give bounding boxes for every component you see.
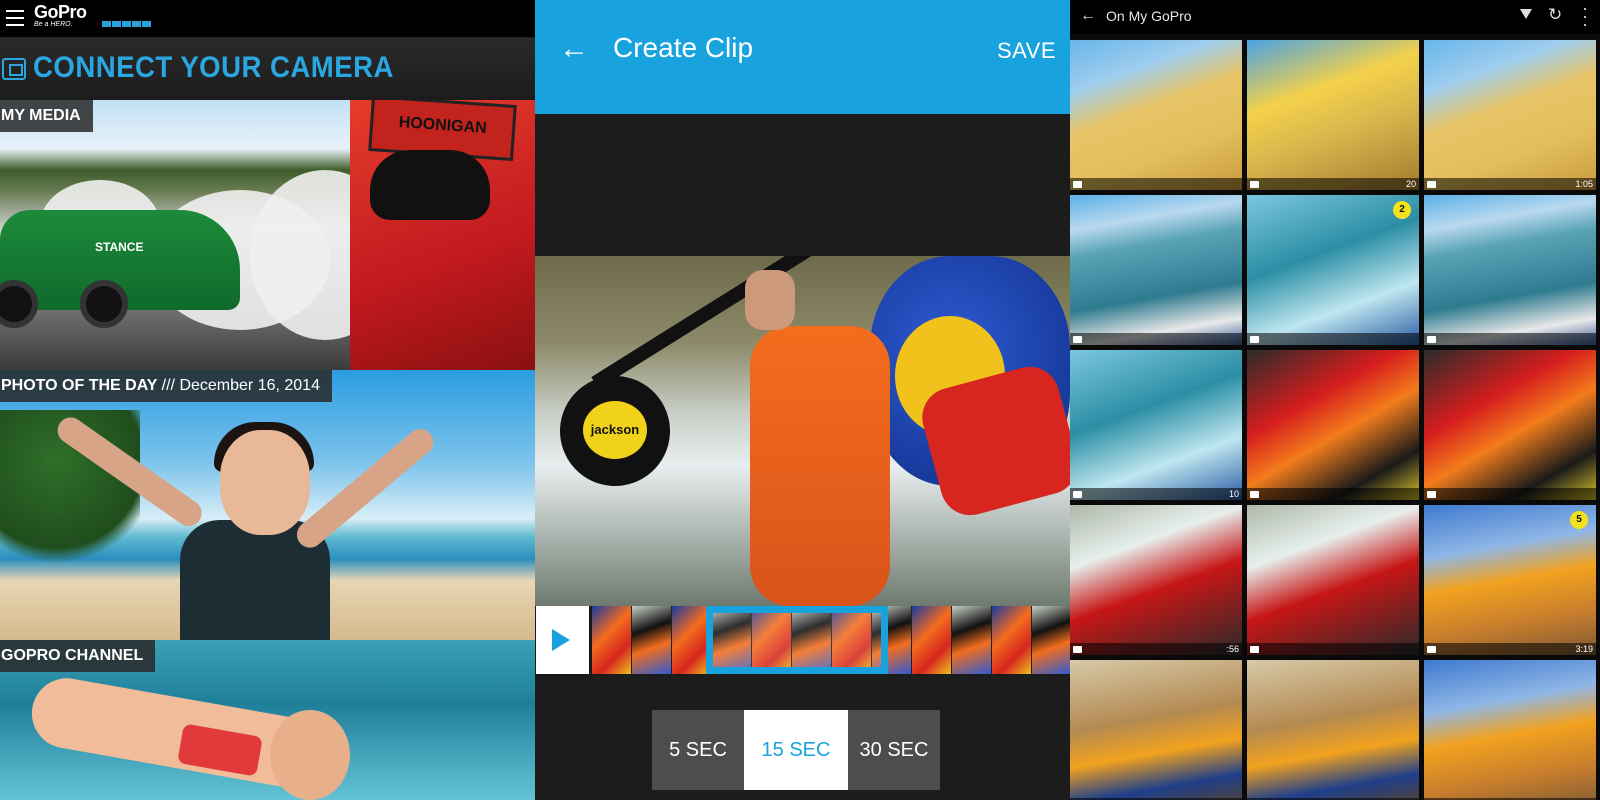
thumbnail-meta-bar: 10 [1070,488,1242,500]
media-thumbnail[interactable]: :56 [1070,505,1242,655]
media-thumbnail[interactable] [1070,40,1242,190]
media-thumbnail[interactable] [1070,195,1242,345]
thumbnail-meta-bar [1247,333,1419,345]
duration-30-sec[interactable]: 30 SEC [848,710,940,790]
camera-icon [1250,336,1259,343]
thumbnail-image [1424,660,1596,800]
duration-label: 10 [1228,489,1239,499]
photo-of-the-day-card[interactable]: PHOTO OF THE DAY /// December 16, 2014 [0,370,535,640]
more-vertical-icon[interactable]: · · · [1582,0,1588,33]
video-preview[interactable]: jackson [535,256,1070,606]
my-media-card[interactable]: STANCE HOONIGAN MY MEDIA [0,100,535,370]
camera-icon [1073,646,1082,653]
gallery-title: On My GoPro [1106,8,1192,24]
thumbnail-meta-bar [1247,643,1419,655]
camera-icon [1250,181,1259,188]
thumbnail-meta-bar [1424,488,1596,500]
media-thumbnail[interactable] [1070,660,1242,800]
play-button[interactable] [536,606,589,674]
photo-of-the-day-date: December 16, 2014 [179,377,320,394]
camera-icon [1073,181,1082,188]
thumbnail-meta-bar: 3:19 [1424,643,1596,655]
media-thumbnail[interactable] [1424,350,1596,500]
arrow-left-icon[interactable]: ← [559,34,589,64]
child-beach-image [0,370,535,640]
drift-car-image: STANCE HOONIGAN [0,100,535,370]
thumbnail-image [1247,660,1419,800]
thumbnail-image [1247,40,1419,190]
thumbnail-image [1424,195,1596,345]
duration-label: 20 [1405,179,1416,189]
duration-label: 1:05 [1575,179,1593,189]
media-thumbnail[interactable] [1247,660,1419,800]
gopro-channel-card[interactable]: GOPRO CHANNEL [0,640,535,800]
thumbnail-meta-bar: 20 [1247,178,1419,190]
thumbnail-meta-bar [1424,333,1596,345]
thumbnail-image [1424,505,1596,655]
thumbnail-image [1070,660,1242,800]
on-my-gopro-panel: ← On My GoPro ↻ · · · 20 1:05 2 10 :56 3:19 5 [1070,0,1600,800]
thumbnail-image [1424,40,1596,190]
media-thumbnail[interactable] [1247,350,1419,500]
top-bar: GoPro Be a HERO. [0,0,535,38]
media-thumbnail[interactable]: 2 [1247,195,1419,345]
thumbnail-image [1070,505,1242,655]
camera-icon [1427,491,1436,498]
count-badge: 2 [1393,201,1411,219]
my-media-label: MY MEDIA [0,100,93,132]
thumbnail-image [1247,350,1419,500]
media-thumbnail[interactable]: 1:05 [1424,40,1596,190]
create-clip-panel: ← Create Clip SAVE jackson 5 SEC 15 SEC … [535,0,1070,800]
camera-icon [1250,491,1259,498]
home-panel: GoPro Be a HERO. CONNECT YOUR CAMERA STA… [0,0,535,800]
filter-icon[interactable] [1520,9,1532,19]
refresh-icon[interactable]: ↻ [1548,5,1562,25]
gopro-logo: GoPro Be a HERO. [34,2,151,28]
media-thumbnail[interactable]: 3:19 5 [1424,505,1596,655]
thumbnail-image [1247,505,1419,655]
thumbnail-meta-bar: 1:05 [1424,178,1596,190]
camera-icon [1427,336,1436,343]
duration-label: :56 [1226,644,1239,654]
media-thumbnail[interactable] [1424,195,1596,345]
media-thumbnail[interactable] [1247,505,1419,655]
thumbnail-meta-bar: :56 [1070,643,1242,655]
camera-icon [1250,646,1259,653]
thumbnail-meta-bar [1247,488,1419,500]
thumbnail-image [1070,350,1242,500]
gallery-header: ← On My GoPro ↻ · · · [1070,0,1600,34]
app-bar: ← Create Clip SAVE [535,0,1070,114]
media-thumbnail[interactable] [1424,660,1596,800]
count-badge: 5 [1570,511,1588,529]
duration-label: 3:19 [1575,644,1593,654]
duration-selector: 5 SEC 15 SEC 30 SEC [652,710,948,790]
camera-icon [1427,646,1436,653]
page-title: Create Clip [613,32,754,63]
gopro-channel-label: GOPRO CHANNEL [0,640,156,672]
save-button[interactable]: SAVE [997,38,1056,64]
arrow-left-icon[interactable]: ← [1080,7,1096,25]
camera-icon [1427,181,1436,188]
thumbnail-image [1070,195,1242,345]
thumbnail-image [1247,195,1419,345]
thumbnail-image [1070,40,1242,190]
duration-5-sec[interactable]: 5 SEC [652,710,744,790]
media-thumbnail[interactable]: 10 [1070,350,1242,500]
thumbnail-image [1424,350,1596,500]
thumbnail-meta-bar [1070,333,1242,345]
duration-15-sec[interactable]: 15 SEC [744,710,848,790]
camera-icon [1073,336,1082,343]
connect-camera-title[interactable]: CONNECT YOUR CAMERA [33,51,394,85]
thumbnail-meta-bar [1070,178,1242,190]
photo-of-the-day-label: PHOTO OF THE DAY /// December 16, 2014 [0,370,332,402]
clip-selection-handle[interactable] [706,606,888,674]
camera-icon [1073,491,1082,498]
menu-icon[interactable] [6,10,24,26]
media-thumbnail[interactable]: 20 [1247,40,1419,190]
camera-icon [2,58,26,80]
